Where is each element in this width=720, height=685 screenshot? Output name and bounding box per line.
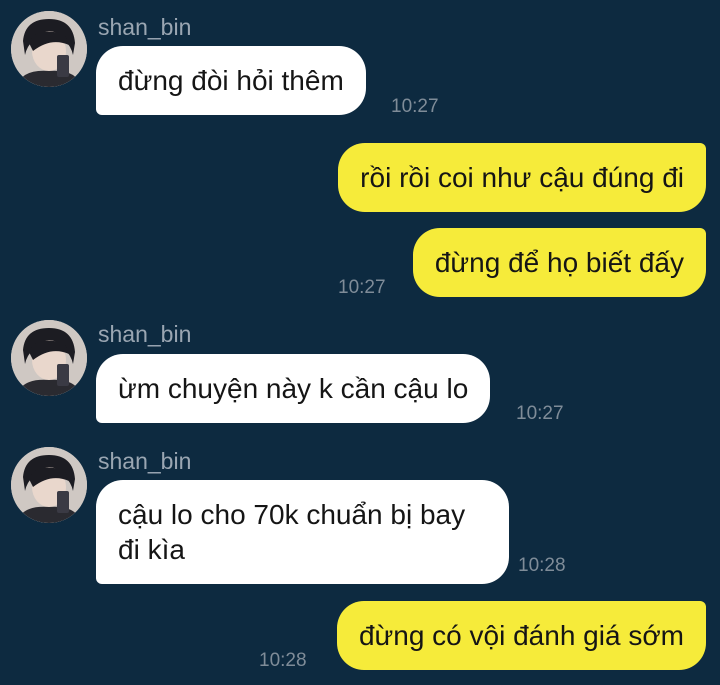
message-bubble[interactable]: đừng để họ biết đấy <box>412 228 706 297</box>
avatar[interactable] <box>11 320 87 396</box>
sender-name: shan_bin <box>98 14 192 40</box>
message-time: 10:27 <box>391 96 439 117</box>
message-time: 10:27 <box>516 403 564 424</box>
message-bubble[interactable]: ừm chuyện này k cần cậu lo <box>96 354 491 423</box>
message-bubble[interactable]: rồi rồi coi như cậu đúng đi <box>338 143 706 212</box>
avatar-photo-icon <box>11 447 87 523</box>
avatar[interactable] <box>11 11 87 87</box>
avatar-photo-icon <box>11 320 87 396</box>
message-bubble[interactable]: đừng có vội đánh giá sớm <box>336 601 706 670</box>
chat-thread: shan_bin đừng đòi hỏi thêm 10:27 rồi rồi… <box>0 0 720 685</box>
message-bubble[interactable]: cậu lo cho 70k chuẩn bị bay đi kìa <box>96 480 509 584</box>
message-bubble[interactable]: đừng đòi hỏi thêm <box>96 46 366 115</box>
sender-name: shan_bin <box>98 448 192 474</box>
avatar[interactable] <box>11 447 87 523</box>
sender-name: shan_bin <box>98 321 192 347</box>
message-time: 10:27 <box>338 277 386 298</box>
message-time: 10:28 <box>518 555 566 576</box>
avatar-photo-icon <box>11 11 87 87</box>
message-time: 10:28 <box>259 650 307 671</box>
